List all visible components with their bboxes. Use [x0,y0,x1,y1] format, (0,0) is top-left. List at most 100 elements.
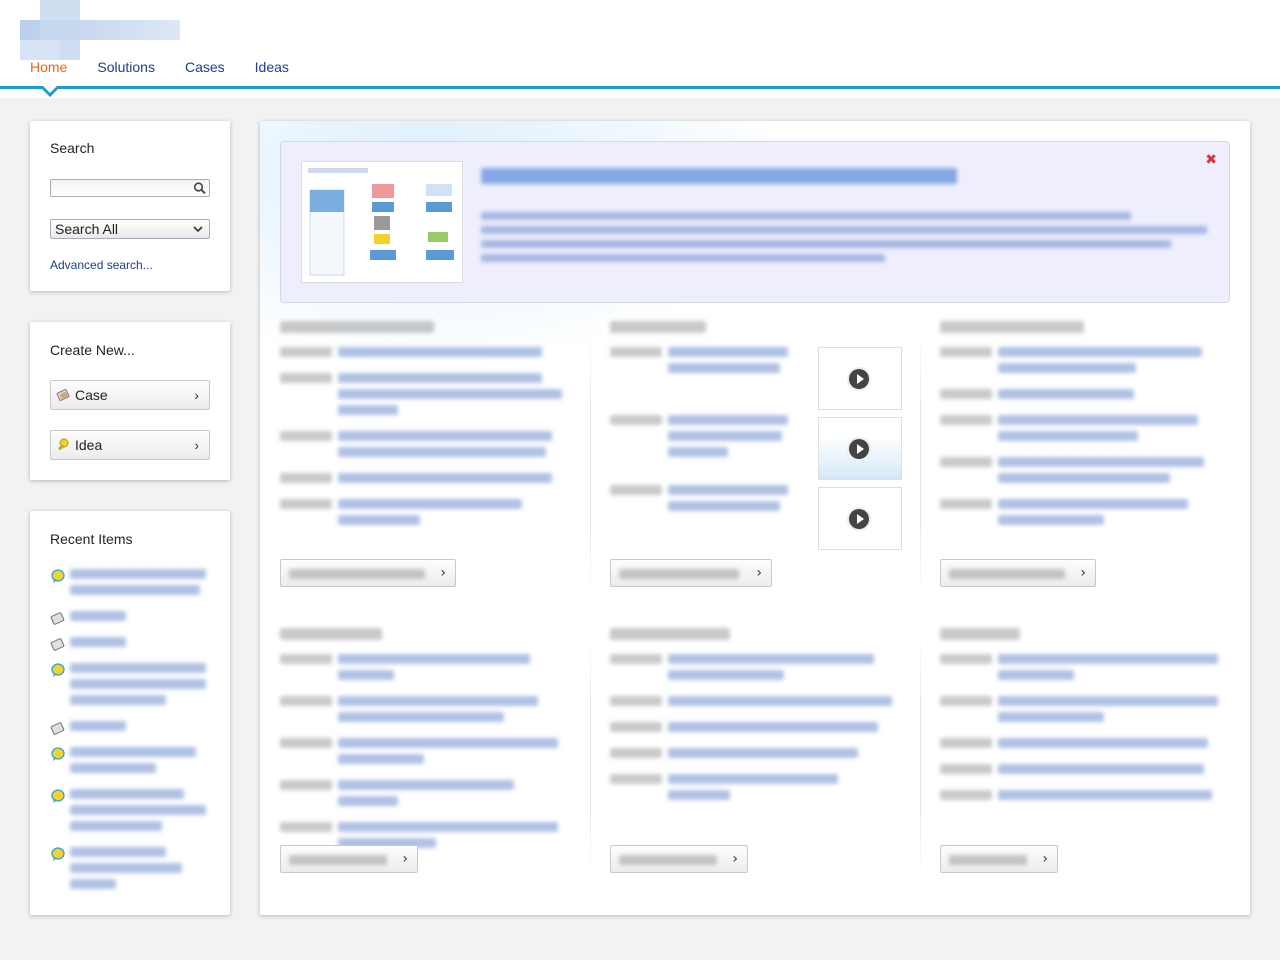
list-item[interactable] [610,654,900,686]
list-item[interactable] [610,696,900,712]
search-input[interactable] [50,179,210,197]
my-support-cases-section [610,628,900,816]
ideas-button[interactable]: › [940,845,1058,873]
list-item[interactable] [940,764,1230,780]
new-case-button[interactable]: Case › [50,380,210,410]
play-icon[interactable] [849,369,869,389]
video-thumbnail[interactable] [818,487,902,550]
welcome-body [481,212,1207,268]
company-news-button[interactable]: › [940,559,1096,587]
chevron-right-icon: › [440,565,446,581]
new-case-label: Case [75,387,108,403]
recent-item-idea[interactable] [50,789,210,837]
list-item[interactable] [940,696,1230,728]
column-divider [590,331,591,601]
section-title [280,628,570,642]
company-logo[interactable] [20,0,180,60]
list-item[interactable] [610,347,800,379]
idea-bubble-icon [51,847,65,861]
list-item[interactable] [280,499,570,531]
idea-bubble-icon [51,789,65,803]
video-thumbnail[interactable] [818,347,902,410]
case-icon [50,612,65,625]
support-cases-button[interactable]: › [610,845,748,873]
announcements-button[interactable]: › [280,559,456,587]
list-item[interactable] [940,738,1230,754]
new-idea-label: Idea [75,437,103,453]
advanced-search-link[interactable]: Advanced search... [50,258,153,272]
list-item[interactable] [940,389,1230,405]
chevron-down-icon [193,226,203,233]
recent-item-idea[interactable] [50,847,210,895]
list-item[interactable] [280,738,570,770]
case-icon [50,722,65,735]
search-panel: Search Search All Advanced search... [30,121,230,291]
search-title: Search [50,140,95,156]
search-scope-select[interactable]: Search All [50,219,210,239]
chevron-right-icon: › [402,851,408,867]
list-item[interactable] [940,654,1230,686]
section-title [940,321,1230,335]
latest-ideas-section [940,628,1230,816]
tab-home[interactable]: Home [0,58,82,84]
list-item[interactable] [940,790,1230,806]
welcome-diagram-graphic [308,168,454,276]
latest-solutions-section [280,628,570,864]
list-item[interactable] [610,485,800,517]
video-thumbnail[interactable] [818,417,902,480]
list-item[interactable] [610,415,800,463]
play-icon[interactable] [849,439,869,459]
idea-icon [58,438,69,450]
column-divider [920,331,921,601]
list-item[interactable] [610,722,900,738]
column-divider [590,631,591,881]
create-new-panel: Create New... Case › Idea › [30,322,230,480]
recent-item-case[interactable] [50,611,210,627]
list-item[interactable] [940,457,1230,489]
home-dashboard: ✖ › › › › › › [260,121,1250,915]
recent-item-case[interactable] [50,637,210,653]
tab-solutions[interactable]: Solutions [82,58,170,84]
recent-item-idea[interactable] [50,569,210,601]
list-item[interactable] [280,696,570,728]
list-item[interactable] [610,748,900,764]
create-new-title: Create New... [50,342,135,358]
tutorials-button[interactable]: › [610,559,772,587]
section-title [610,628,900,642]
recent-item-case[interactable] [50,721,210,737]
list-item[interactable] [280,347,570,363]
section-title [940,628,1230,642]
close-icon[interactable]: ✖ [1205,152,1217,168]
solutions-button[interactable]: › [280,845,418,873]
recent-items-panel: Recent Items [30,511,230,915]
latest-company-news-section [940,321,1230,541]
play-icon[interactable] [849,509,869,529]
list-item[interactable] [940,499,1230,531]
case-icon [50,638,65,651]
list-item[interactable] [940,347,1230,379]
recent-item-idea[interactable] [50,663,210,711]
idea-bubble-icon [51,663,65,677]
active-tab-caret [41,86,59,97]
welcome-banner: ✖ [280,141,1230,303]
list-item[interactable] [280,780,570,812]
new-idea-button[interactable]: Idea › [50,430,210,460]
chevron-right-icon: › [194,437,199,453]
list-item[interactable] [280,373,570,421]
list-item[interactable] [280,431,570,463]
tab-cases[interactable]: Cases [170,58,240,84]
case-icon [56,389,70,401]
chevron-right-icon: › [194,387,199,403]
search-icon[interactable] [193,182,207,194]
list-item[interactable] [280,473,570,489]
chevron-right-icon: › [756,565,762,581]
tab-ideas[interactable]: Ideas [240,58,304,84]
latest-announcements-section [280,321,570,541]
main-nav: Home Solutions Cases Ideas [0,58,304,84]
idea-bubble-icon [51,747,65,761]
welcome-title [481,168,957,190]
list-item[interactable] [940,415,1230,447]
recent-item-idea[interactable] [50,747,210,779]
list-item[interactable] [280,654,570,686]
list-item[interactable] [610,774,900,806]
